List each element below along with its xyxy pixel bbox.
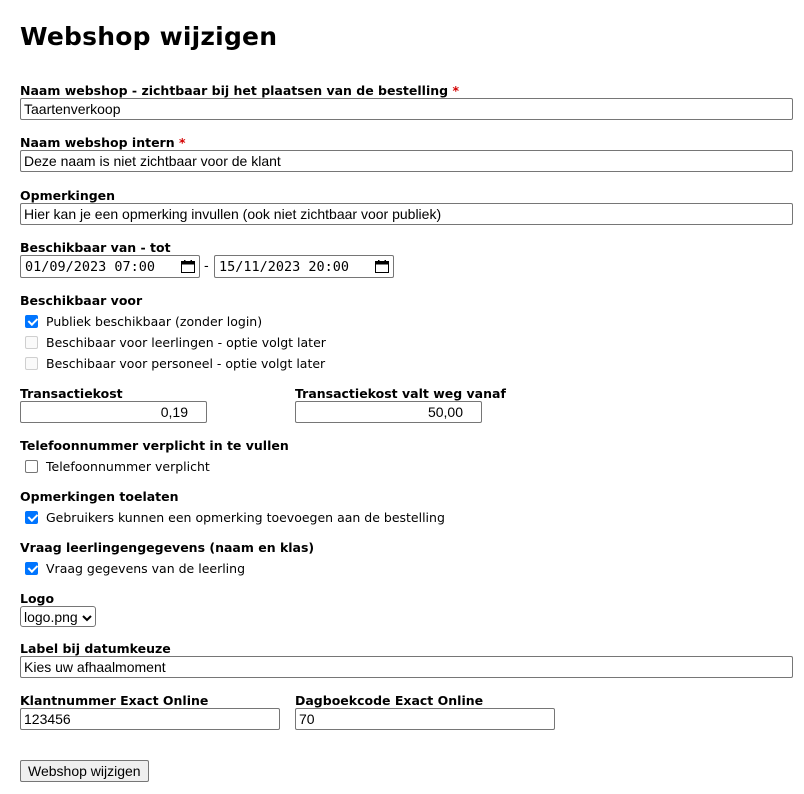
allow-remarks-checkbox[interactable] — [25, 510, 38, 524]
available-public-option[interactable]: Publiek beschikbaar (zonder login) — [20, 312, 262, 330]
phone-required-checkbox[interactable] — [25, 459, 38, 473]
date-label-label: Label bij datumkeuze — [20, 641, 171, 656]
available-to-input[interactable]: 15/11/2023 20:00 — [214, 255, 394, 278]
exact-customer-label: Klantnummer Exact Online — [20, 693, 209, 708]
transaction-cost-label: Transactiekost — [20, 386, 123, 401]
name-internal-input[interactable] — [20, 150, 793, 172]
name-internal-label: Naam webshop intern * — [20, 135, 186, 150]
student-info-label: Vraag leerlingengegevens (naam en klas) — [20, 540, 315, 555]
name-public-input[interactable] — [20, 98, 793, 120]
remarks-label: Opmerkingen — [20, 188, 116, 203]
availability-label: Beschikbaar van - tot — [20, 240, 171, 255]
available-students-checkbox — [25, 335, 38, 349]
available-for-label: Beschikbaar voor — [20, 293, 143, 308]
transaction-cost-free-label: Transactiekost valt weg vanaf — [295, 386, 506, 401]
name-public-label: Naam webshop - zichtbaar bij het plaatse… — [20, 83, 459, 98]
student-info-option[interactable]: Vraag gegevens van de leerling — [20, 559, 245, 577]
exact-journal-label: Dagboekcode Exact Online — [295, 693, 484, 708]
allow-remarks-option[interactable]: Gebruikers kunnen een opmerking toevoege… — [20, 508, 445, 526]
date-label-input[interactable] — [20, 656, 793, 678]
phone-required-option[interactable]: Telefoonnummer verplicht — [20, 457, 210, 475]
available-staff-checkbox — [25, 356, 38, 370]
allow-remarks-label: Opmerkingen toelaten — [20, 489, 179, 504]
transaction-cost-input[interactable] — [20, 401, 207, 423]
submit-button[interactable]: Webshop wijzigen — [20, 760, 149, 782]
transaction-cost-free-input[interactable] — [295, 401, 482, 423]
exact-journal-input[interactable] — [295, 708, 555, 730]
calendar-icon[interactable] — [181, 260, 195, 273]
chevron-down-icon — [82, 609, 92, 625]
exact-customer-input[interactable] — [20, 708, 280, 730]
required-mark: * — [178, 135, 186, 150]
available-students-option: Beschibaar voor leerlingen - optie volgt… — [20, 333, 326, 351]
logo-label: Logo — [20, 591, 55, 606]
calendar-icon[interactable] — [375, 260, 389, 273]
available-from-input[interactable]: 01/09/2023 07:00 — [20, 255, 200, 278]
remarks-input[interactable] — [20, 203, 793, 225]
logo-select[interactable]: logo.png — [20, 606, 96, 627]
page-title: Webshop wijzigen — [20, 22, 278, 51]
available-staff-option: Beschibaar voor personeel - optie volgt … — [20, 354, 325, 372]
date-range-separator: - — [204, 259, 209, 274]
required-mark: * — [452, 83, 459, 98]
phone-required-label: Telefoonnummer verplicht in te vullen — [20, 438, 289, 453]
student-info-checkbox[interactable] — [25, 561, 38, 575]
available-public-checkbox[interactable] — [25, 314, 38, 328]
